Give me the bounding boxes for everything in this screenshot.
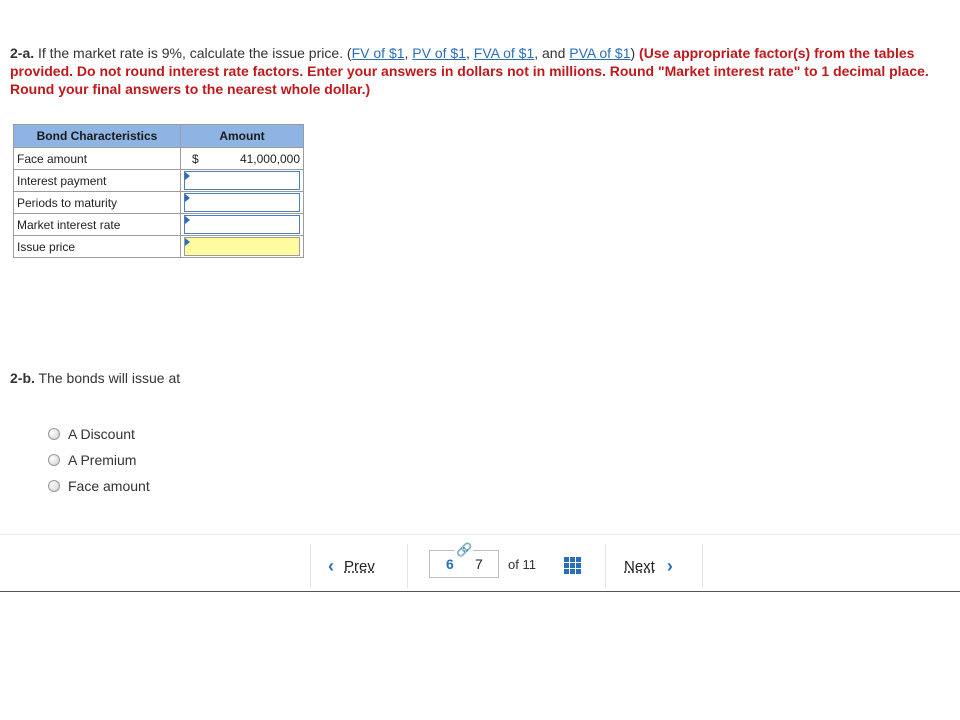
- table-header-row: Bond Characteristics Amount: [13, 124, 304, 148]
- option-premium[interactable]: A Premium: [48, 447, 150, 473]
- prev-button[interactable]: ‹ Prev: [328, 556, 375, 577]
- option-discount[interactable]: A Discount: [48, 421, 150, 447]
- row-label-market-interest-rate: Market interest rate: [13, 213, 181, 236]
- table-row: Face amount $ 41,000,000: [13, 147, 304, 170]
- row-label-interest-payment: Interest payment: [13, 169, 181, 192]
- footer-divider-bottom: [0, 591, 960, 592]
- dollar-sign: $: [192, 151, 199, 166]
- chevron-left-icon: ‹: [328, 556, 334, 576]
- face-amount-value-cell: $ 41,000,000: [180, 147, 304, 170]
- row-label-periods-to-maturity: Periods to maturity: [13, 191, 181, 214]
- table-row: Periods to maturity: [13, 191, 304, 214]
- question-2a-number: 2-a.: [10, 45, 35, 61]
- interest-payment-cell: [180, 169, 304, 192]
- table-row: Issue price: [13, 235, 304, 258]
- pv-of-1-link[interactable]: PV of $1: [412, 45, 466, 61]
- entry-flag-icon: [185, 194, 190, 202]
- option-face-amount-label: Face amount: [68, 478, 150, 494]
- link-icon: 🔗: [455, 542, 474, 558]
- issue-price-input[interactable]: [184, 237, 300, 256]
- table-row: Interest payment: [13, 169, 304, 192]
- bond-characteristics-table: Bond Characteristics Amount Face amount …: [13, 124, 304, 258]
- next-button[interactable]: Next ›: [624, 556, 673, 577]
- header-amount: Amount: [180, 124, 304, 148]
- radio-discount[interactable]: [48, 428, 60, 440]
- entry-flag-icon: [185, 216, 190, 224]
- divider: [702, 544, 703, 588]
- radio-premium[interactable]: [48, 454, 60, 466]
- table-row: Market interest rate: [13, 213, 304, 236]
- divider: [310, 544, 311, 588]
- question-2b-text: The bonds will issue at: [34, 370, 181, 386]
- face-amount-value: 41,000,000: [239, 151, 300, 166]
- question-2b-number: 2-b.: [10, 370, 35, 386]
- entry-flag-icon: [185, 238, 190, 246]
- grid-icon[interactable]: [564, 557, 581, 574]
- divider: [407, 544, 408, 588]
- radio-face-amount[interactable]: [48, 480, 60, 492]
- next-page-number: 7: [475, 556, 483, 572]
- fv-of-1-link[interactable]: FV of $1: [352, 45, 405, 61]
- chevron-right-icon: ›: [666, 556, 673, 576]
- entry-flag-icon: [185, 172, 190, 180]
- current-page-number: 6: [446, 556, 454, 572]
- page-selector[interactable]: 🔗 6 7: [429, 542, 499, 578]
- market-interest-rate-cell: [180, 213, 304, 236]
- option-discount-label: A Discount: [68, 426, 135, 442]
- periods-to-maturity-cell: [180, 191, 304, 214]
- footer-divider-top: [0, 534, 960, 535]
- interest-payment-input[interactable]: [184, 171, 300, 190]
- pagination-bar: ‹ Prev 🔗 6 7 of 11 Next ›: [310, 540, 705, 590]
- question-2b: 2-b. The bonds will issue at: [10, 370, 180, 386]
- option-premium-label: A Premium: [68, 452, 137, 468]
- question-2a: 2-a. If the market rate is 9%, calculate…: [10, 45, 929, 97]
- issue-price-cell: [180, 235, 304, 258]
- market-interest-rate-input[interactable]: [184, 215, 300, 234]
- row-label-issue-price: Issue price: [13, 235, 181, 258]
- page: 2-a. If the market rate is 9%, calculate…: [0, 0, 960, 720]
- question-2a-text: If the market rate is 9%, calculate the …: [34, 45, 352, 61]
- option-face-amount[interactable]: Face amount: [48, 473, 150, 499]
- pva-of-1-link[interactable]: PVA of $1: [569, 45, 630, 61]
- divider: [605, 544, 606, 588]
- header-bond-characteristics: Bond Characteristics: [13, 124, 181, 148]
- page-total: of 11: [508, 557, 536, 572]
- periods-to-maturity-input[interactable]: [184, 193, 300, 212]
- issue-options: A Discount A Premium Face amount: [48, 421, 150, 499]
- fva-of-1-link[interactable]: FVA of $1: [474, 45, 534, 61]
- prev-label: Prev: [344, 558, 375, 575]
- row-label-face-amount: Face amount: [13, 147, 181, 170]
- next-label: Next: [624, 558, 655, 575]
